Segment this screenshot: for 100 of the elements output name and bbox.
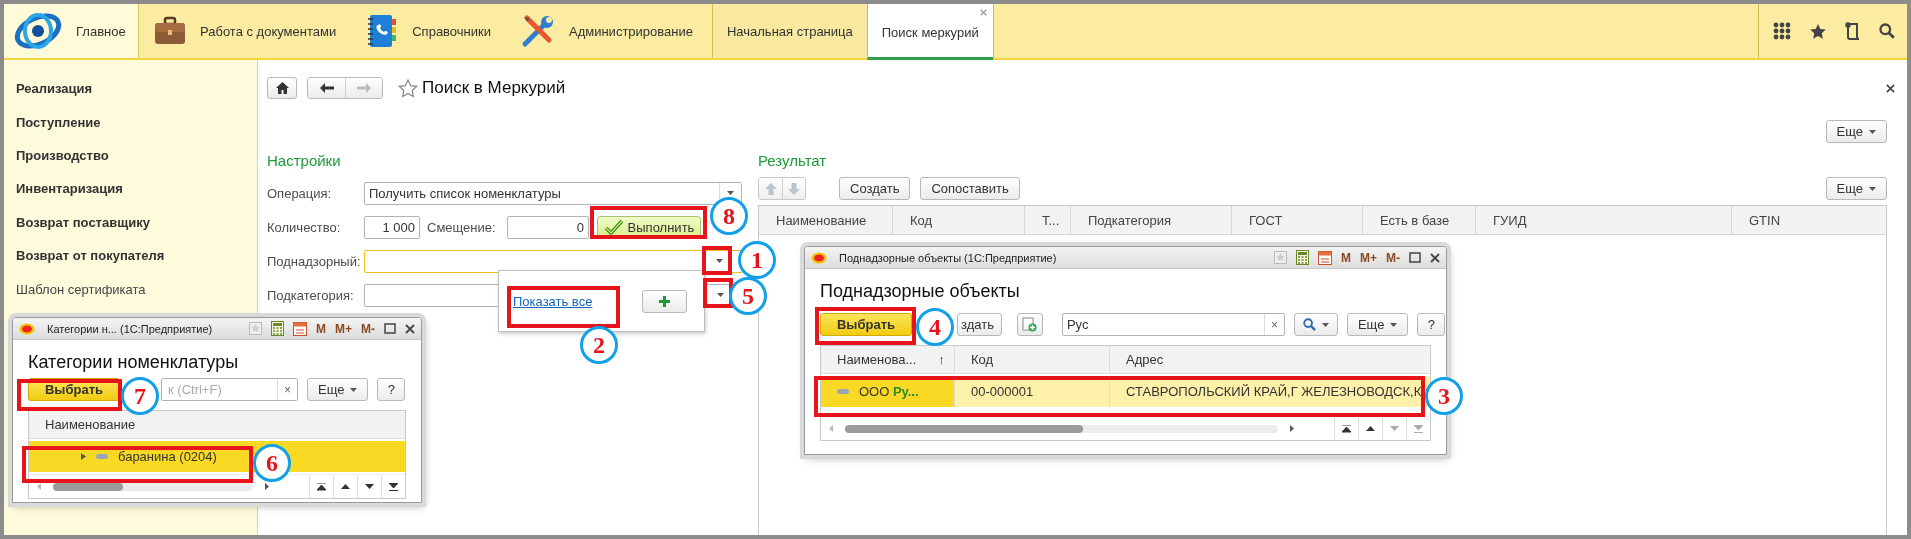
logo-icon[interactable]	[14, 11, 62, 51]
add-document-icon	[1022, 317, 1038, 332]
column-header[interactable]: Наименование	[759, 206, 893, 234]
item-icon	[837, 389, 849, 394]
up-icon	[341, 484, 350, 489]
match-button[interactable]: Сопоставить	[920, 177, 1020, 200]
column-header[interactable]: Наименование	[29, 411, 405, 438]
sidebar-link[interactable]: Производство	[16, 147, 109, 163]
operation-select[interactable]: Получить список номенклатуры	[364, 181, 742, 205]
field-label: Смещение:	[427, 219, 497, 235]
close-icon[interactable]	[1886, 83, 1895, 93]
tools-icon[interactable]	[521, 14, 555, 48]
memory-button[interactable]: M	[316, 321, 326, 336]
column-header[interactable]: Подкатегория	[1071, 206, 1232, 234]
search-field[interactable]: Рус ×	[1061, 313, 1285, 336]
more-button[interactable]: Еще	[1825, 177, 1887, 200]
create-button[interactable]: Создать	[839, 177, 911, 200]
navigation-button-group[interactable]	[307, 77, 383, 99]
memory-button[interactable]: M-	[361, 321, 375, 336]
home-button[interactable]	[267, 77, 297, 99]
section-tab[interactable]: Главное	[4, 4, 139, 58]
search-placeholder: к (Ctrl+F)	[167, 382, 223, 397]
sidebar-link[interactable]: Реализация	[16, 81, 93, 97]
item-icon	[96, 454, 108, 459]
caret-icon	[1869, 129, 1876, 134]
search-menu-button[interactable]	[1293, 313, 1338, 336]
add-button[interactable]	[642, 289, 687, 313]
section-tab[interactable]: Администрирование	[506, 4, 708, 58]
memory-button[interactable]: M+	[335, 321, 352, 336]
close-icon[interactable]	[1430, 252, 1440, 263]
column-header[interactable]: Код	[955, 346, 1110, 373]
quantity-field[interactable]: 1 000	[364, 215, 420, 239]
window-title: Поднадзорные объекты (1С:Предприятие)	[839, 251, 1057, 264]
open-tab[interactable]: Начальная страница	[711, 4, 867, 58]
more-button[interactable]: Еще	[1346, 313, 1409, 336]
clear-button[interactable]: ×	[277, 379, 297, 400]
up-icon	[1366, 426, 1375, 431]
search-icon[interactable]	[1879, 23, 1895, 39]
calculator-icon[interactable]	[271, 321, 284, 336]
help-button[interactable]: ?	[377, 378, 406, 401]
close-icon[interactable]	[405, 323, 415, 334]
caret-icon	[1321, 322, 1329, 327]
column-header[interactable]: ГУИД	[1476, 206, 1732, 234]
expand-icon[interactable]	[81, 453, 86, 460]
column-header[interactable]: Есть в базе	[1363, 206, 1476, 234]
checkmark-icon	[603, 219, 624, 235]
calendar-icon[interactable]	[1318, 250, 1332, 265]
search-field[interactable]: к (Ctrl+F) ×	[161, 378, 298, 401]
sidebar-link[interactable]: Возврат от покупателя	[16, 248, 165, 264]
star-icon[interactable]	[1809, 22, 1827, 40]
field-label: Поднадзорный:	[267, 253, 362, 269]
caret-icon	[727, 191, 734, 195]
maximize-icon[interactable]	[1409, 252, 1421, 263]
more-button[interactable]: Еще	[1825, 120, 1887, 143]
back-button[interactable]	[308, 78, 345, 98]
sidebar-link[interactable]: Возврат поставщику	[16, 214, 150, 230]
offset-field[interactable]: 0	[507, 215, 589, 239]
scrollbar[interactable]	[845, 424, 1278, 433]
section-tab[interactable]: Справочники	[351, 4, 506, 58]
caret-icon	[715, 259, 723, 263]
column-header[interactable]: ГОСТ	[1232, 206, 1363, 234]
first-icon	[1342, 424, 1351, 433]
document-icon[interactable]	[1845, 22, 1861, 40]
column-header[interactable]: Т...	[1025, 206, 1071, 234]
caret-icon	[1390, 322, 1398, 327]
scroll-right-icon[interactable]	[265, 483, 269, 490]
field-label: Количество:	[267, 219, 342, 235]
sidebar-link[interactable]: Поступление	[16, 114, 101, 130]
scrollbar[interactable]	[53, 482, 253, 491]
briefcase-icon[interactable]	[154, 16, 186, 46]
select-button[interactable]: Выбрать	[820, 313, 912, 336]
calculator-icon[interactable]	[1296, 250, 1309, 265]
add-copy-button[interactable]	[1016, 313, 1043, 336]
section-tab[interactable]: Работа с документами	[139, 4, 352, 58]
maximize-icon[interactable]	[384, 323, 396, 334]
sidebar-link[interactable]: Инвентаризация	[16, 181, 123, 197]
show-all-link[interactable]: Показать все	[513, 293, 593, 309]
address-book-icon[interactable]	[366, 14, 399, 48]
last-icon	[1414, 424, 1423, 433]
scroll-right-icon[interactable]	[1290, 425, 1294, 432]
memory-button[interactable]: M-	[1386, 250, 1400, 265]
create-button[interactable]: здать	[957, 313, 1002, 336]
star-icon[interactable]	[398, 78, 418, 98]
column-header[interactable]: GTIN	[1732, 206, 1886, 234]
clear-button[interactable]: ×	[1263, 314, 1284, 335]
open-tab[interactable]: Поиск меркурий	[866, 4, 993, 60]
column-header[interactable]: Наименова... ↑	[821, 346, 955, 373]
column-header[interactable]: Адрес	[1110, 346, 1430, 373]
column-header[interactable]: Код	[893, 206, 1025, 234]
apps-grid-icon[interactable]	[1773, 22, 1791, 40]
right-arrow-icon	[357, 83, 371, 93]
help-button[interactable]: ?	[1417, 313, 1446, 336]
caret-icon	[1869, 186, 1876, 191]
memory-button[interactable]: M	[1341, 250, 1351, 265]
sidebar-link[interactable]: Шаблон сертификата	[16, 281, 146, 297]
calendar-icon[interactable]	[293, 321, 307, 336]
more-button[interactable]: Еще	[307, 378, 369, 401]
memory-button[interactable]: M+	[1360, 250, 1377, 265]
table-cell: баранина (0204)	[118, 449, 217, 464]
window-title: Категории н... (1С:Предприятие)	[47, 322, 213, 335]
